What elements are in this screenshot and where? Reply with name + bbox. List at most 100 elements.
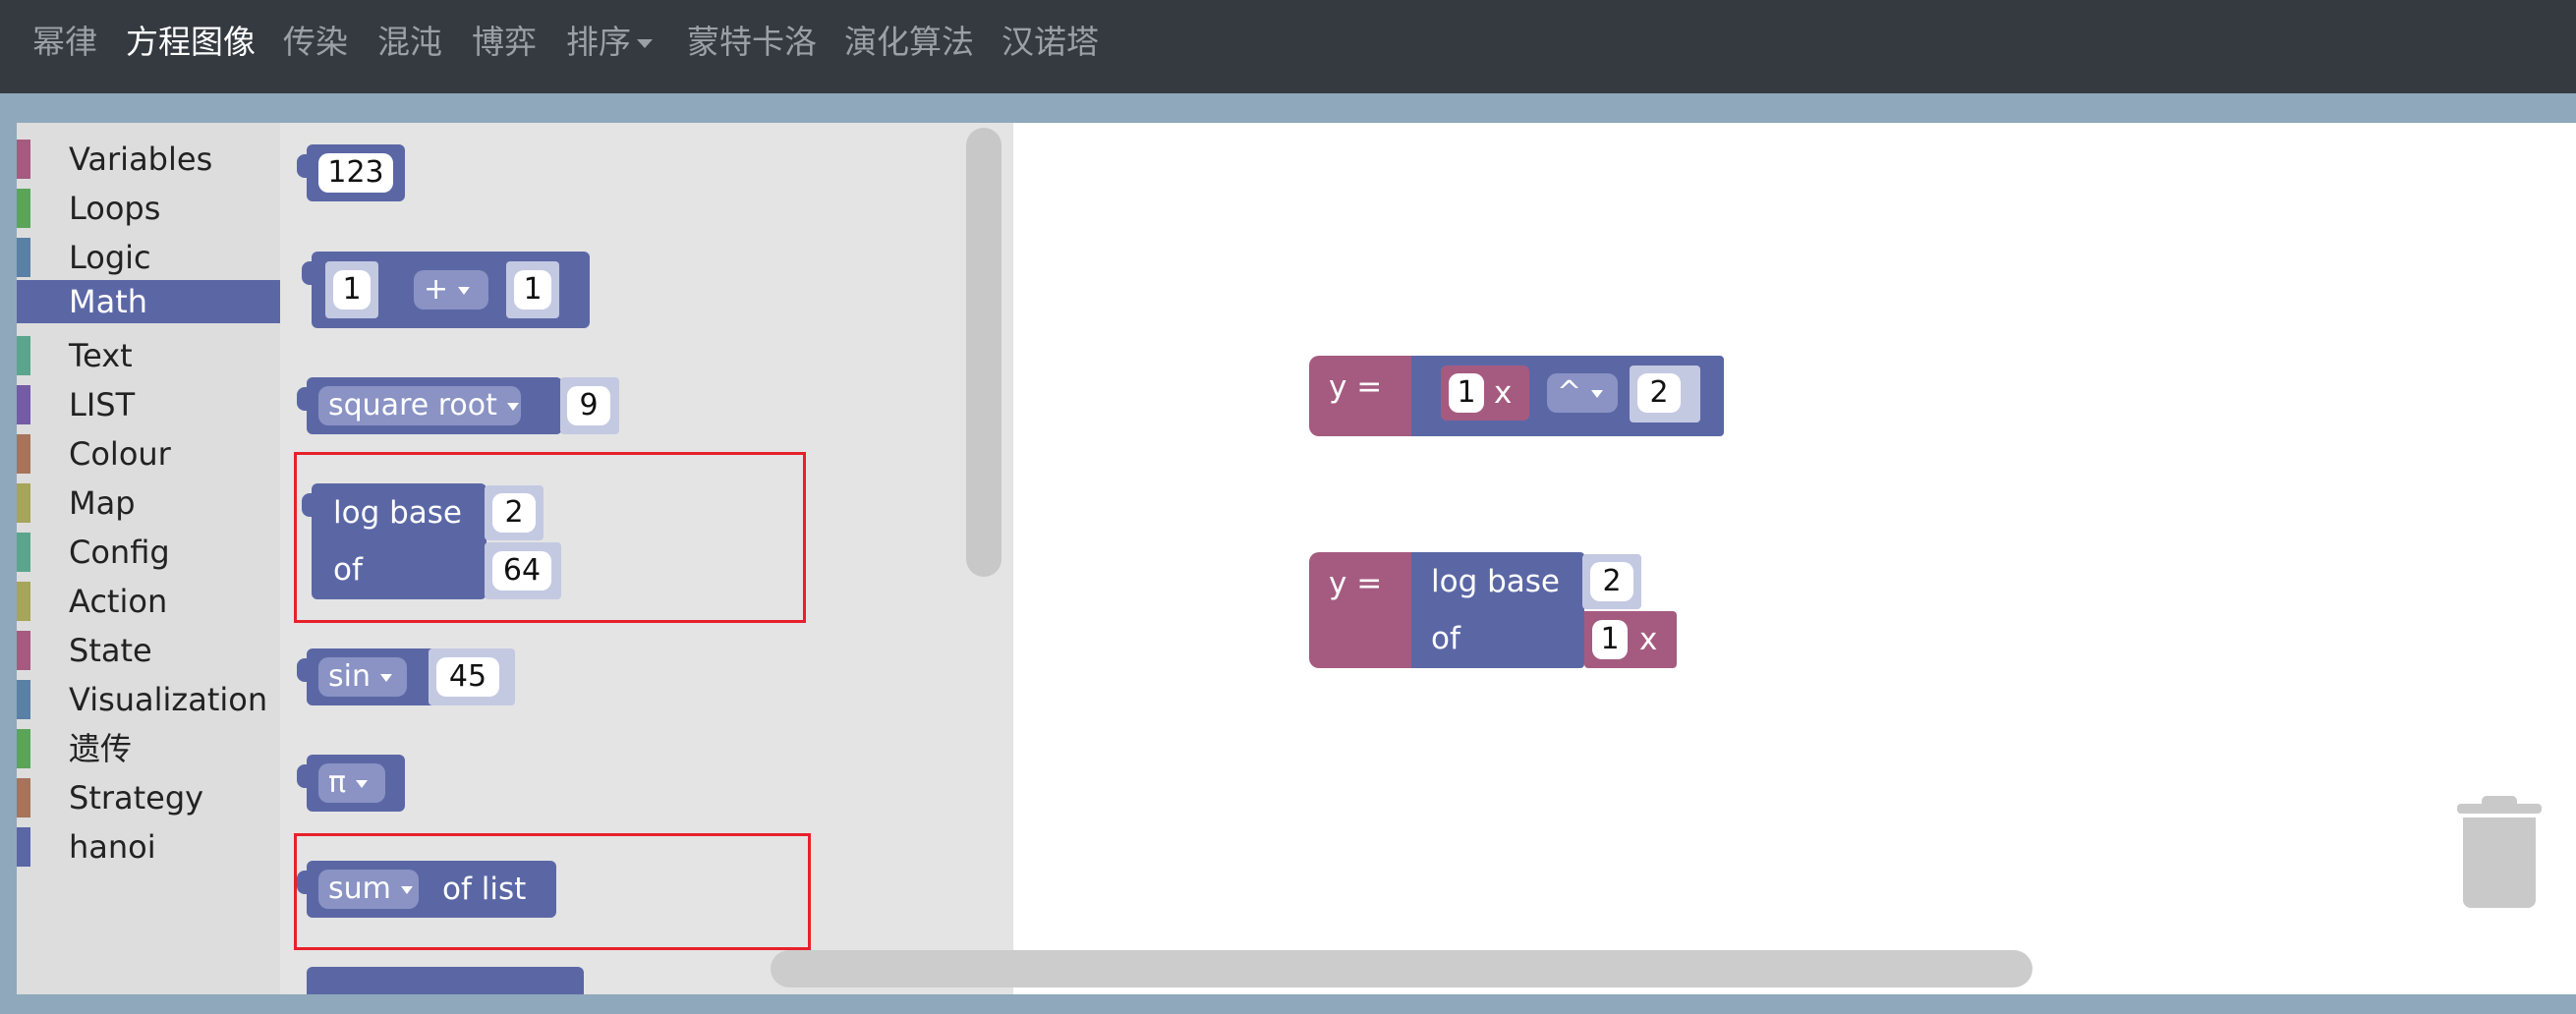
square-root-block[interactable]: square root 9 xyxy=(297,377,619,434)
category-color-stripe xyxy=(17,385,30,424)
category-label: hanoi xyxy=(69,828,156,866)
number-field[interactable]: 123 xyxy=(318,153,393,193)
workspace-horizontal-scrollbar[interactable] xyxy=(771,950,2032,987)
category-color-stripe xyxy=(17,434,30,474)
top-navbar: 幂律 方程图像 传染 混沌 博弈 排序 蒙特卡洛 演化算法 汉诺塔 xyxy=(0,0,2576,93)
nav-item-hanoi[interactable]: 汉诺塔 xyxy=(1002,18,1099,67)
category-color-stripe xyxy=(17,189,30,228)
sqrt-value-field[interactable]: 9 xyxy=(567,386,610,425)
category-label: Text xyxy=(69,337,133,374)
category-color-stripe xyxy=(17,680,30,719)
category-color-stripe xyxy=(17,483,30,523)
number-block[interactable]: 123 xyxy=(297,144,405,201)
category-text[interactable]: Text xyxy=(17,334,280,377)
coef-field[interactable]: 1 xyxy=(1449,373,1484,413)
category-list[interactable]: LIST xyxy=(17,383,280,426)
assign-y-block[interactable]: y = xyxy=(1309,356,1417,436)
constant-label: π xyxy=(328,765,347,800)
trig-function-label: sin xyxy=(328,659,371,694)
assign-label: y = xyxy=(1329,566,1383,601)
log-base-block[interactable]: log base of xyxy=(1411,552,1584,668)
category-label: Strategy xyxy=(69,779,204,817)
category-map[interactable]: Map xyxy=(17,481,280,525)
var-label: x xyxy=(1494,375,1513,411)
nav-item-contagion[interactable]: 传染 xyxy=(283,18,348,67)
arith-operator-label: + xyxy=(424,272,449,307)
category-label: State xyxy=(69,632,152,669)
category-label: Config xyxy=(69,534,170,571)
trig-value-field[interactable]: 45 xyxy=(436,657,499,697)
category-color-stripe xyxy=(17,582,30,621)
category-color-stripe xyxy=(17,336,30,375)
category-label: Variables xyxy=(69,141,213,178)
constant-block[interactable]: π xyxy=(297,755,405,812)
constant-dropdown[interactable]: π xyxy=(318,763,385,803)
category-label: LIST xyxy=(69,386,136,423)
variable-term-block[interactable]: 1 x xyxy=(1441,366,1529,421)
power-op-dropdown[interactable]: ^ xyxy=(1547,373,1618,413)
category-loops[interactable]: Loops xyxy=(17,187,280,230)
dropdown-arrow-icon xyxy=(379,673,392,682)
nav-item-sorting-dropdown[interactable]: 排序 xyxy=(566,18,653,67)
footer-gap xyxy=(0,994,2576,1014)
arith-right-operand[interactable]: 1 xyxy=(514,270,551,310)
category-color-stripe xyxy=(17,238,30,277)
category-label: Map xyxy=(69,484,136,522)
nav-item-power-law[interactable]: 幂律 xyxy=(32,18,97,67)
category-strategy[interactable]: Strategy xyxy=(17,776,280,819)
trash-can xyxy=(2463,817,2536,908)
trig-block[interactable]: sin 45 xyxy=(297,648,515,705)
nav-item-monte-carlo[interactable]: 蒙特卡洛 xyxy=(687,18,817,67)
category-hanoi[interactable]: hanoi xyxy=(17,825,280,869)
sqrt-function-dropdown[interactable]: square root xyxy=(318,386,521,425)
arithmetic-block[interactable]: 1 + 1 xyxy=(302,252,590,328)
category-color-stripe xyxy=(17,729,30,768)
category-logic[interactable]: Logic xyxy=(17,236,280,279)
block-connector xyxy=(302,261,315,285)
category-state[interactable]: State xyxy=(17,629,280,672)
category-label: Action xyxy=(69,583,168,620)
category-color-stripe xyxy=(17,282,30,321)
trash-lid xyxy=(2457,804,2542,814)
highlight-box xyxy=(294,833,811,950)
nav-item-game[interactable]: 博弈 xyxy=(472,18,537,67)
dropdown-arrow-icon xyxy=(1591,389,1604,398)
nav-item-equation-graph[interactable]: 方程图像 xyxy=(126,18,256,67)
category-config[interactable]: Config xyxy=(17,531,280,574)
category-label: 遗传 xyxy=(69,730,133,767)
category-genetic[interactable]: 遗传 xyxy=(17,727,280,770)
category-visualization[interactable]: Visualization xyxy=(17,678,280,721)
category-color-stripe xyxy=(17,827,30,867)
dropdown-arrow-icon xyxy=(356,779,369,788)
category-colour[interactable]: Colour xyxy=(17,432,280,476)
exponent-field[interactable]: 2 xyxy=(1637,373,1681,413)
block-connector xyxy=(297,387,311,411)
log-base-label: log base xyxy=(1431,564,1561,599)
category-color-stripe xyxy=(17,140,30,179)
dropdown-arrow-icon xyxy=(506,402,519,411)
category-math[interactable]: Math xyxy=(17,280,280,323)
partial-block[interactable] xyxy=(307,967,584,994)
highlight-box xyxy=(294,452,806,623)
log-of-label: of xyxy=(1431,621,1460,656)
power-block[interactable]: 1 x ^ 2 xyxy=(1411,356,1724,436)
arith-operator-dropdown[interactable]: + xyxy=(414,270,488,310)
nav-item-sorting-label: 排序 xyxy=(566,23,631,61)
coef-field[interactable]: 1 xyxy=(1592,620,1628,659)
nav-item-chaos[interactable]: 混沌 xyxy=(377,18,442,67)
toolbox: Variables Loops Logic Math Text LIST Col… xyxy=(17,123,280,994)
block-connector xyxy=(297,764,311,788)
assign-y-block[interactable]: y = xyxy=(1309,552,1417,668)
category-action[interactable]: Action xyxy=(17,580,280,623)
log-base-field[interactable]: 2 xyxy=(1590,562,1633,601)
block-connector xyxy=(297,658,311,682)
variable-term-block[interactable]: 1 x xyxy=(1584,611,1677,668)
caret-down-icon xyxy=(637,39,653,48)
nav-item-evolution[interactable]: 演化算法 xyxy=(844,18,974,67)
category-label: Logic xyxy=(69,239,151,276)
flyout-vertical-scrollbar[interactable] xyxy=(966,128,1002,577)
trig-function-dropdown[interactable]: sin xyxy=(318,657,407,697)
arith-left-operand[interactable]: 1 xyxy=(333,270,371,310)
category-variables[interactable]: Variables xyxy=(17,138,280,181)
assign-label: y = xyxy=(1329,369,1383,405)
